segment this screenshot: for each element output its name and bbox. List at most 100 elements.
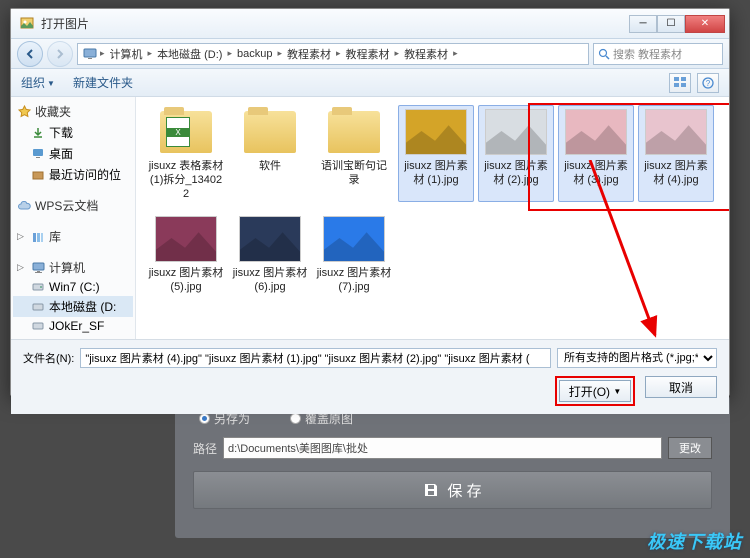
change-path-button[interactable]: 更改 (668, 437, 712, 459)
sidebar-label: 下载 (49, 124, 73, 141)
file-label: jisuxz 图片素材 (2).jpg (480, 160, 552, 188)
file-item[interactable]: 语训宝断句记录 (316, 107, 392, 200)
file-item[interactable]: 软件 (232, 107, 308, 200)
file-item[interactable]: jisuxz 图片素材 (1).jpg (398, 105, 474, 202)
nav-bar: ▸ 计算机▸ 本地磁盘 (D:)▸ backup▸ 教程素材▸ 教程素材▸ 教程… (11, 39, 729, 69)
sidebar-joker[interactable]: JOkEr_SF (13, 317, 133, 335)
watermark: 极速下载站 (647, 528, 742, 554)
image-thumbnail-icon (238, 214, 302, 264)
filter-select[interactable]: 所有支持的图片格式 (*.jpg;*.jp (557, 348, 717, 368)
svg-text:?: ? (706, 79, 711, 88)
sidebar: 收藏夹 下载 桌面 最近访问的位 WPS云文档 ▷ (11, 97, 136, 339)
sidebar-win7[interactable]: Win7 (C:) (13, 278, 133, 296)
file-label: jisuxz 表格素材 (1)拆分_134022 (148, 160, 224, 200)
bottom-bar: 文件名(N): 所有支持的图片格式 (*.jpg;*.jp 打开(O) ▼ 取消 (11, 339, 729, 414)
open-button-annotation: 打开(O) ▼ (555, 376, 635, 406)
arrow-left-icon (24, 48, 36, 60)
cloud-icon (17, 199, 31, 213)
file-label: jisuxz 图片素材 (6).jpg (232, 267, 308, 295)
file-item[interactable]: jisuxz 图片素材 (2).jpg (478, 105, 554, 202)
sidebar-favorites[interactable]: 收藏夹 (13, 101, 133, 122)
sidebar-label: WPS云文档 (35, 197, 98, 214)
breadcrumb-item[interactable]: backup (232, 48, 277, 60)
maximize-button[interactable]: ☐ (657, 15, 685, 33)
image-thumbnail-icon (404, 107, 468, 157)
nav-back-button[interactable] (17, 41, 43, 67)
folder-icon (238, 107, 302, 157)
file-item[interactable]: Xjisuxz 表格素材 (1)拆分_134022 (148, 107, 224, 200)
drive-icon (31, 280, 45, 294)
computer-icon (31, 261, 45, 275)
path-input[interactable] (223, 437, 662, 459)
new-folder-button[interactable]: 新建文件夹 (73, 74, 133, 91)
sidebar-computer[interactable]: ▷ 计算机 (13, 257, 133, 278)
file-item[interactable]: jisuxz 图片素材 (4).jpg (638, 105, 714, 202)
sidebar-label: 最近访问的位 (49, 166, 121, 183)
close-button[interactable]: ✕ (685, 15, 725, 33)
filename-input[interactable] (80, 348, 551, 368)
open-file-dialog: 打开图片 ─ ☐ ✕ ▸ 计算机▸ 本地磁盘 (D:)▸ backup▸ 教程素… (10, 8, 730, 396)
search-icon (598, 48, 610, 60)
view-mode-button[interactable] (669, 73, 691, 93)
help-button[interactable]: ? (697, 73, 719, 93)
cancel-button[interactable]: 取消 (645, 376, 717, 398)
star-icon (17, 105, 31, 119)
recent-icon (31, 168, 45, 182)
minimize-button[interactable]: ─ (629, 15, 657, 33)
file-label: jisuxz 图片素材 (4).jpg (640, 160, 712, 188)
help-icon: ? (702, 77, 714, 89)
image-thumbnail-icon (154, 214, 218, 264)
folder-icon (322, 107, 386, 157)
view-icon (674, 77, 687, 88)
file-item[interactable]: jisuxz 图片素材 (6).jpg (232, 214, 308, 295)
file-label: jisuxz 图片素材 (5).jpg (148, 267, 224, 295)
breadcrumb-item[interactable]: 教程素材 (399, 46, 453, 62)
radio-dot-icon (290, 413, 301, 424)
sidebar-label: 库 (49, 228, 61, 245)
sidebar-downloads[interactable]: 下载 (13, 122, 133, 143)
breadcrumb-item[interactable]: 教程素材 (282, 46, 336, 62)
breadcrumb-item[interactable]: 计算机 (105, 46, 148, 62)
file-label: jisuxz 图片素材 (3).jpg (560, 160, 632, 188)
organize-menu[interactable]: 组织▼ (21, 74, 55, 91)
breadcrumb[interactable]: ▸ 计算机▸ 本地磁盘 (D:)▸ backup▸ 教程素材▸ 教程素材▸ 教程… (77, 43, 589, 65)
file-pane[interactable]: Xjisuxz 表格素材 (1)拆分_134022 软件 语训宝断句记录 jisuxz… (136, 97, 729, 339)
file-item[interactable]: jisuxz 图片素材 (3).jpg (558, 105, 634, 202)
sidebar-recent[interactable]: 最近访问的位 (13, 164, 133, 185)
file-label: 软件 (259, 160, 281, 174)
nav-forward-button[interactable] (47, 41, 73, 67)
sidebar-local-d[interactable]: 本地磁盘 (D: (13, 296, 133, 317)
download-icon (31, 126, 45, 140)
sidebar-label: 收藏夹 (35, 103, 71, 120)
save-button[interactable]: 保 存 (193, 471, 712, 509)
search-input[interactable]: 搜索 教程素材 (593, 43, 723, 65)
window-title: 打开图片 (41, 15, 89, 32)
file-label: jisuxz 图片素材 (1).jpg (400, 160, 472, 188)
breadcrumb-item[interactable]: 教程素材 (341, 46, 395, 62)
arrow-right-icon (54, 48, 66, 60)
search-placeholder: 搜索 教程素材 (613, 46, 682, 62)
file-item[interactable]: jisuxz 图片素材 (7).jpg (316, 214, 392, 295)
toolbar: 组织▼ 新建文件夹 ? (11, 69, 729, 97)
save-panel: 另存为 覆盖原图 路径 更改 保 存 (175, 396, 730, 538)
sidebar-libraries[interactable]: ▷ 库 (13, 226, 133, 247)
image-thumbnail-icon (322, 214, 386, 264)
sidebar-label: JOkEr_SF (49, 319, 104, 333)
sidebar-label: Win7 (C:) (49, 280, 100, 294)
file-item[interactable]: jisuxz 图片素材 (5).jpg (148, 214, 224, 295)
file-label: 语训宝断句记录 (316, 160, 392, 188)
save-button-label: 保 存 (447, 480, 481, 501)
open-button[interactable]: 打开(O) ▼ (559, 380, 631, 402)
image-thumbnail-icon (564, 107, 628, 157)
sidebar-wps[interactable]: WPS云文档 (13, 195, 133, 216)
drive-icon (31, 300, 45, 314)
app-icon (19, 16, 35, 32)
sidebar-desktop[interactable]: 桌面 (13, 143, 133, 164)
filename-label: 文件名(N): (23, 350, 74, 366)
breadcrumb-item[interactable]: 本地磁盘 (D:) (152, 46, 227, 62)
image-thumbnail-icon (644, 107, 708, 157)
image-thumbnail-icon (484, 107, 548, 157)
title-bar: 打开图片 ─ ☐ ✕ (11, 9, 729, 39)
path-label: 路径 (193, 440, 217, 457)
drive-icon (31, 319, 45, 333)
